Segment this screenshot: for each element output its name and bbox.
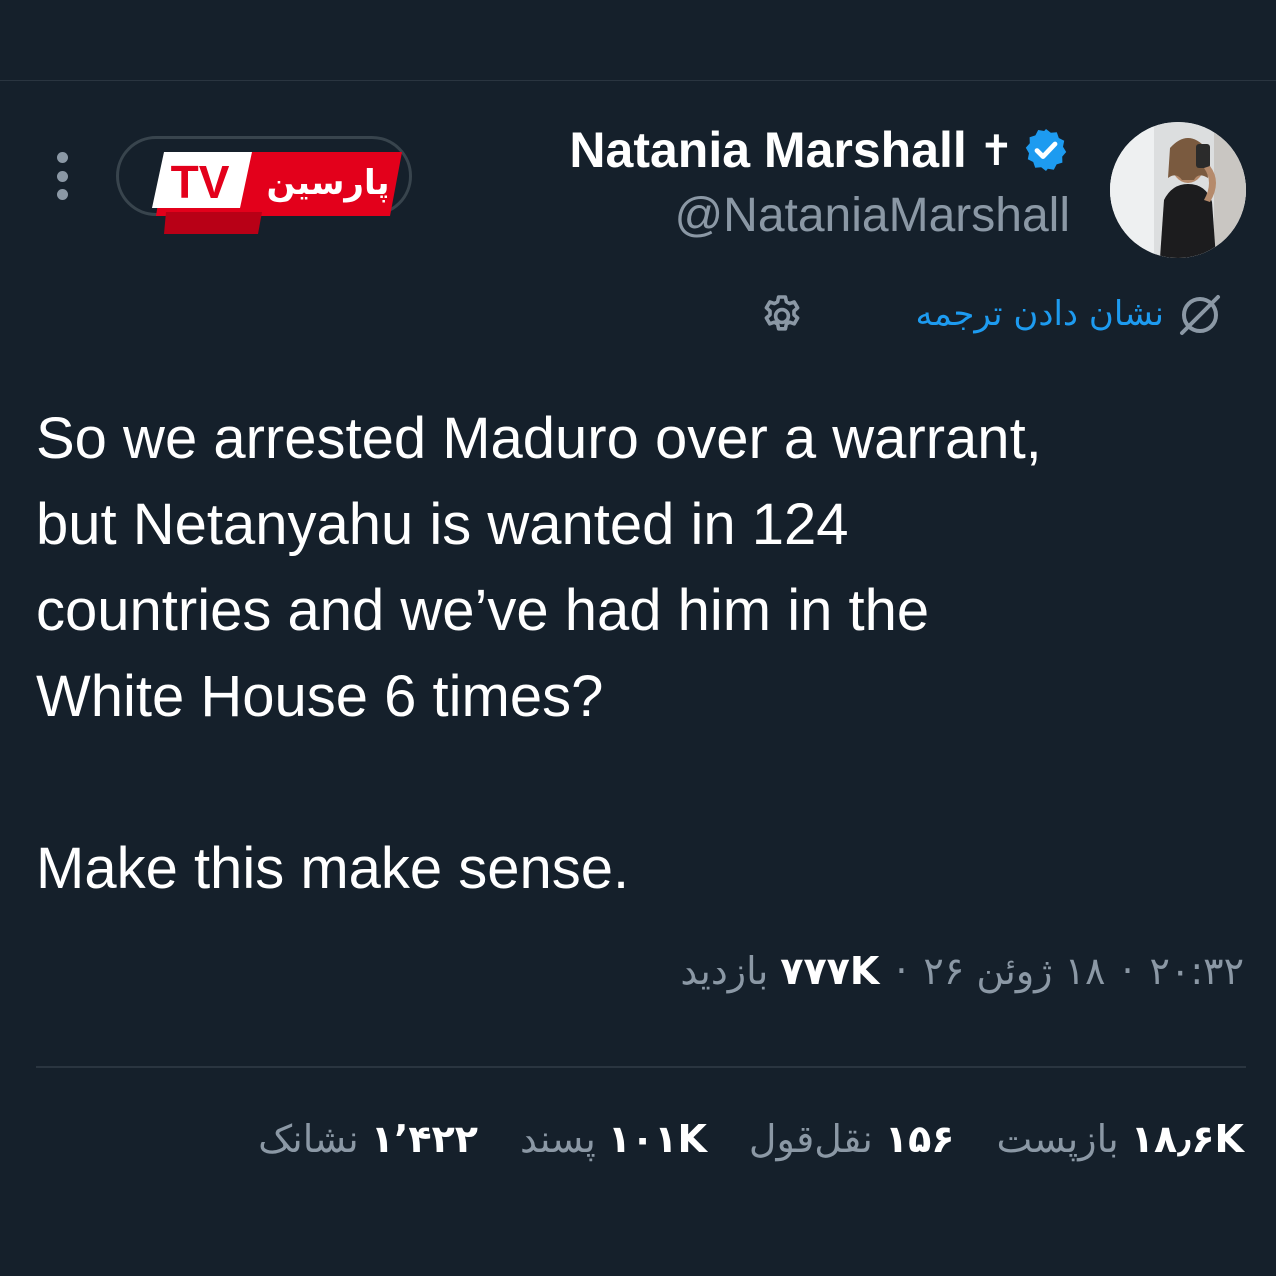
likes-label: پسند [519,1117,596,1161]
reposts-stat[interactable]: ۱۸٫۶K بازپست [996,1117,1244,1161]
author-name-row[interactable]: Natania Marshall ✝ [569,118,1070,182]
verified-badge-icon [1025,129,1067,171]
top-bar [0,0,1276,81]
likes-count: ۱۰۱K [607,1117,707,1161]
quotes-label: نقل‌قول [748,1117,873,1161]
tweet-time[interactable]: ۲۰:۳۲ [1150,949,1244,993]
logo-word: پارسین [266,163,389,203]
separator-dot: · [1121,949,1134,993]
tweet-meta: ۲۰:۳۲ · ۱۸ ژوئن ۲۶ · ۷۷۷K بازدید [680,936,1244,1006]
reposts-label: بازپست [996,1117,1119,1161]
tweet-line: So we arrested Maduro over a warrant, [36,406,1042,471]
avatar-photo [1110,122,1246,258]
gear-icon[interactable] [758,292,806,340]
more-vertical-icon[interactable] [52,152,72,200]
views-count: ۷۷۷K [780,949,880,993]
tweet-line: but Netanyahu is wanted in 124 [36,492,849,557]
engagement-stats: ۱۸٫۶K بازپست ۱۵۶ نقل‌قول ۱۰۱K پسند ۱٬۴۲۲… [258,1104,1244,1174]
tweet-closing: Make this make sense. [36,836,630,901]
bookmarks-stat[interactable]: ۱٬۴۲۲ نشانک [258,1117,478,1161]
tweet-date[interactable]: ۱۸ ژوئن ۲۶ [923,949,1105,993]
cross-emoji: ✝ [978,125,1014,175]
tweet-line: White House 6 times? [36,664,604,729]
reposts-count: ۱۸٫۶K [1130,1117,1244,1161]
show-translation[interactable]: نشان دادن ترجمه [915,286,1224,342]
separator-dot: · [895,949,908,993]
kebab-dot [56,152,68,163]
author-name[interactable]: Natania Marshall [569,121,966,179]
tweet-body: So we arrested Maduro over a warrant, bu… [36,396,1246,912]
show-translation-label[interactable]: نشان دادن ترجمه [915,294,1164,334]
translate-icon [1180,295,1220,335]
logo-badge: TV [171,156,230,208]
parsine-tv-logo: TV پارسین [152,152,402,234]
views-label: بازدید [680,949,769,993]
divider [36,1066,1246,1068]
kebab-dot [56,170,68,182]
author-handle[interactable]: @NataniaMarshall [674,188,1070,243]
quotes-count: ۱۵۶ [884,1117,955,1161]
quotes-stat[interactable]: ۱۵۶ نقل‌قول [749,1117,955,1161]
kebab-dot [56,189,68,200]
avatar[interactable] [1110,122,1246,258]
bookmarks-count: ۱٬۴۲۲ [370,1117,478,1161]
bookmarks-label: نشانک [258,1117,359,1161]
tweet-line: countries and we’ve had him in the [36,578,930,643]
likes-stat[interactable]: ۱۰۱K پسند [520,1117,707,1161]
